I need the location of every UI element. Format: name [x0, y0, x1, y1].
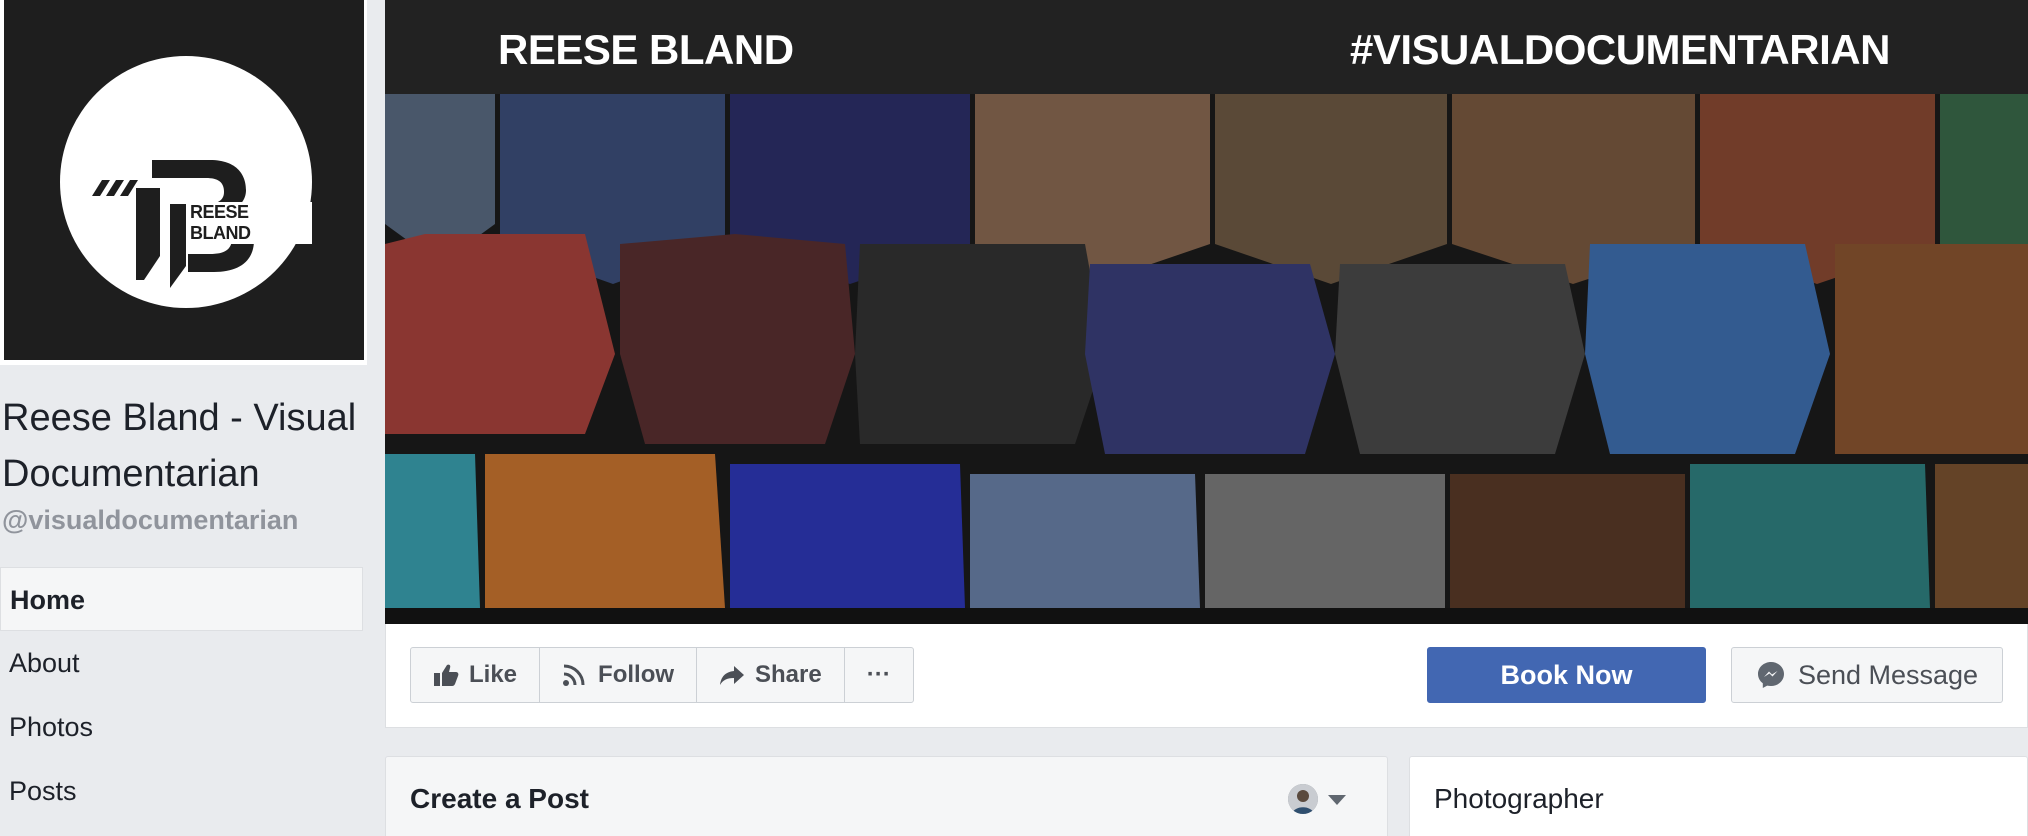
- logo-badge: REESE BLAND: [60, 56, 312, 308]
- send-message-label: Send Message: [1797, 659, 1979, 690]
- rss-follow-icon: [563, 664, 585, 686]
- create-post-title: Create a Post: [410, 783, 589, 814]
- like-button[interactable]: Like: [411, 648, 541, 702]
- nav-item-posts[interactable]: Posts: [0, 759, 363, 823]
- avatar[interactable]: [1288, 784, 1318, 814]
- thumbs-up-icon: [434, 664, 459, 686]
- page-action-bar: Like Follow Share ··· Book Now Send Mess…: [385, 624, 2028, 728]
- cover-title-left: REESE BLAND: [498, 26, 794, 73]
- book-now-button[interactable]: Book Now: [1427, 647, 1706, 703]
- share-button[interactable]: Share: [697, 648, 845, 702]
- user-avatar-icon: [1288, 784, 1318, 814]
- follow-label: Follow: [598, 661, 675, 688]
- share-label: Share: [755, 661, 822, 688]
- action-button-group: Like Follow Share ···: [410, 647, 914, 703]
- profile-picture[interactable]: REESE BLAND: [0, 0, 367, 365]
- page-category[interactable]: Photographer: [1434, 783, 1604, 815]
- follow-button[interactable]: Follow: [540, 648, 698, 702]
- photo-mosaic-image: [385, 94, 2028, 608]
- nav-item-home[interactable]: Home: [0, 567, 363, 631]
- share-arrow-icon: [720, 666, 745, 685]
- more-options-button[interactable]: ···: [845, 648, 913, 702]
- messenger-icon: [1757, 662, 1784, 688]
- cover-bottom-edge: [385, 608, 2028, 624]
- page-title[interactable]: Reese Bland - Visual Documentarian: [2, 390, 362, 502]
- about-summary-card: Photographer: [1409, 756, 2028, 836]
- logo-text: REESE BLAND: [188, 202, 312, 244]
- like-label: Like: [469, 661, 518, 688]
- cover-photo[interactable]: REESE BLAND #VISUALDOCUMENTARIAN: [385, 0, 2028, 624]
- create-post-card[interactable]: Create a Post: [385, 756, 1388, 836]
- rb-monogram-icon: [92, 160, 254, 288]
- page-nav: Home About Photos Posts: [0, 567, 363, 823]
- cover-title-right: #VISUALDOCUMENTARIAN: [1350, 26, 1890, 73]
- nav-item-photos[interactable]: Photos: [0, 695, 363, 759]
- profile-picture-frame: REESE BLAND: [4, 0, 364, 360]
- chevron-down-icon[interactable]: [1328, 795, 1346, 805]
- nav-item-about[interactable]: About: [0, 631, 363, 695]
- send-message-button[interactable]: Send Message: [1731, 647, 2003, 703]
- more-options-icon: ···: [866, 661, 891, 688]
- page-username[interactable]: @visualdocumentarian: [2, 505, 298, 536]
